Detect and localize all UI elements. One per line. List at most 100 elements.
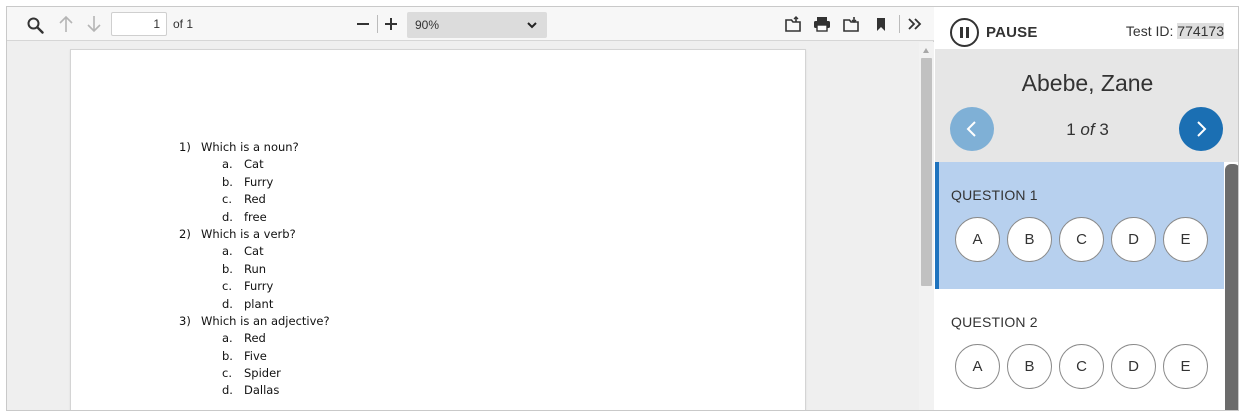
pdf-viewer: 1 of 1 90% 1) Which is a noun? a. Cat b.… [7, 7, 934, 410]
option-text: Cat [244, 244, 264, 259]
answer-choice-button[interactable]: B [1007, 217, 1052, 262]
viewer-scrollbar[interactable] [919, 42, 934, 410]
pause-icon [950, 18, 979, 47]
scroll-up-arrow-icon[interactable] [923, 48, 929, 53]
option-text: plant [244, 296, 274, 311]
next-student-button[interactable] [1179, 107, 1223, 151]
print-icon[interactable] [812, 15, 832, 33]
minus-icon[interactable] [354, 15, 372, 33]
student-name: Abebe, Zane [1021, 70, 1154, 96]
question-list: 1) Which is a noun? a. Cat b. Furry c. Red d. fre… [179, 139, 330, 400]
pager-of: of [1080, 120, 1095, 139]
answer-sheet-scrollbar[interactable] [1225, 164, 1238, 410]
question-item: 3) Which is an adjective? [179, 313, 330, 330]
option-letter: c. [222, 279, 232, 294]
option-letter: a. [222, 157, 233, 172]
pdf-page: 1) Which is a noun? a. Cat b. Furry c. Red d. fre… [70, 49, 806, 410]
option-letter: a. [222, 331, 233, 346]
bookmark-icon[interactable] [873, 15, 889, 33]
pause-label: PAUSE [986, 24, 1038, 41]
option-item: d. Dallas [179, 382, 330, 399]
answer-choice-button[interactable]: C [1059, 217, 1104, 262]
option-text: Furry [244, 174, 274, 189]
option-text: free [244, 209, 267, 224]
option-item: d. free [179, 209, 330, 226]
download-icon[interactable] [842, 15, 860, 33]
question-number: 3) [179, 313, 191, 328]
pager-total: 3 [1099, 120, 1109, 139]
question-card: QUESTION 2 ABCDE [935, 289, 1224, 410]
answer-choice-button[interactable]: B [1007, 344, 1052, 389]
pdf-canvas: 1) Which is a noun? a. Cat b. Furry c. Red d. fre… [7, 42, 919, 410]
answer-choice-button[interactable]: E [1163, 217, 1208, 262]
chevron-right-icon [1197, 121, 1207, 137]
option-letter: c. [222, 366, 232, 381]
option-item: a. Cat [179, 156, 330, 173]
toolbar-divider [899, 15, 900, 33]
question-card: QUESTION 1 ABCDE [935, 162, 1224, 289]
option-letter: d. [222, 296, 233, 311]
option-item: c. Furry [179, 278, 330, 295]
option-item: d. plant [179, 296, 330, 313]
option-item: c. Spider [179, 365, 330, 382]
scrollbar-thumb[interactable] [921, 58, 932, 286]
pdf-toolbar: 1 of 1 90% [7, 7, 934, 41]
toolbar-divider [377, 15, 378, 33]
option-letter: c. [222, 192, 232, 207]
pager-current: 1 [1066, 120, 1076, 139]
option-letter: b. [222, 261, 233, 276]
question-item: 1) Which is a noun? [179, 139, 330, 156]
question-text: Which is a verb? [201, 226, 296, 241]
test-panel: PAUSE Test ID: 774173 Abebe, Zane 1 of 3… [935, 7, 1238, 410]
plus-icon[interactable] [382, 15, 400, 33]
question-card-title: QUESTION 2 [951, 314, 1038, 330]
option-letter: d. [222, 209, 233, 224]
answer-sheet: QUESTION 1 A B C D E QUESTION 2ABCDE [935, 162, 1238, 410]
option-text: Red [244, 192, 266, 207]
search-icon[interactable] [25, 15, 45, 35]
open-file-icon[interactable] [784, 15, 802, 33]
option-letter: a. [222, 244, 233, 259]
option-letter: b. [222, 174, 233, 189]
answer-choices: ABCDE [955, 217, 1215, 262]
question-item: 2) Which is a verb? [179, 226, 330, 243]
answer-choice-button[interactable]: A [955, 344, 1000, 389]
answer-choice-button[interactable]: E [1163, 344, 1208, 389]
option-item: b. Furry [179, 174, 330, 191]
option-text: Furry [244, 279, 274, 294]
option-item: a. Red [179, 330, 330, 347]
pause-button[interactable]: PAUSE [950, 18, 1038, 47]
page-total-label: of 1 [173, 17, 194, 31]
test-id: Test ID: 774173 [1126, 23, 1224, 39]
answer-choices: ABCDE [955, 344, 1215, 389]
test-id-label: Test ID: [1125, 23, 1174, 39]
answer-choice-button[interactable]: D [1111, 344, 1156, 389]
option-item: b. Five [179, 348, 330, 365]
option-text: Spider [244, 366, 281, 381]
question-text: Which is an adjective? [201, 313, 330, 328]
option-letter: d. [222, 383, 233, 398]
test-id-value: 774173 [1177, 23, 1224, 39]
option-item: c. Red [179, 191, 330, 208]
question-card-title: QUESTION 1 [951, 187, 1038, 203]
question-text: Which is a noun? [201, 140, 299, 154]
double-chevron-right-icon[interactable] [906, 15, 924, 33]
page-number-input[interactable]: 1 [111, 12, 167, 36]
option-text: Dallas [244, 383, 280, 398]
option-text: Five [244, 348, 267, 363]
panel-header: PAUSE Test ID: 774173 [935, 7, 1238, 49]
option-text: Run [244, 261, 267, 276]
option-item: a. Cat [179, 243, 330, 260]
zoom-value: 90% [415, 18, 440, 32]
zoom-select[interactable]: 90% [407, 12, 547, 38]
option-text: Cat [244, 157, 264, 172]
app-frame: 1 of 1 90% 1) Which is a noun? a. Cat b.… [6, 6, 1239, 411]
answer-choice-button[interactable]: D [1111, 217, 1156, 262]
answer-choice-button[interactable]: A [955, 217, 1000, 262]
arrow-down-icon[interactable] [84, 14, 104, 34]
option-text: Red [244, 331, 266, 346]
question-number: 2) [179, 226, 191, 241]
question-number: 1) [179, 140, 191, 154]
answer-choice-button[interactable]: C [1059, 344, 1104, 389]
arrow-up-icon[interactable] [56, 14, 76, 34]
